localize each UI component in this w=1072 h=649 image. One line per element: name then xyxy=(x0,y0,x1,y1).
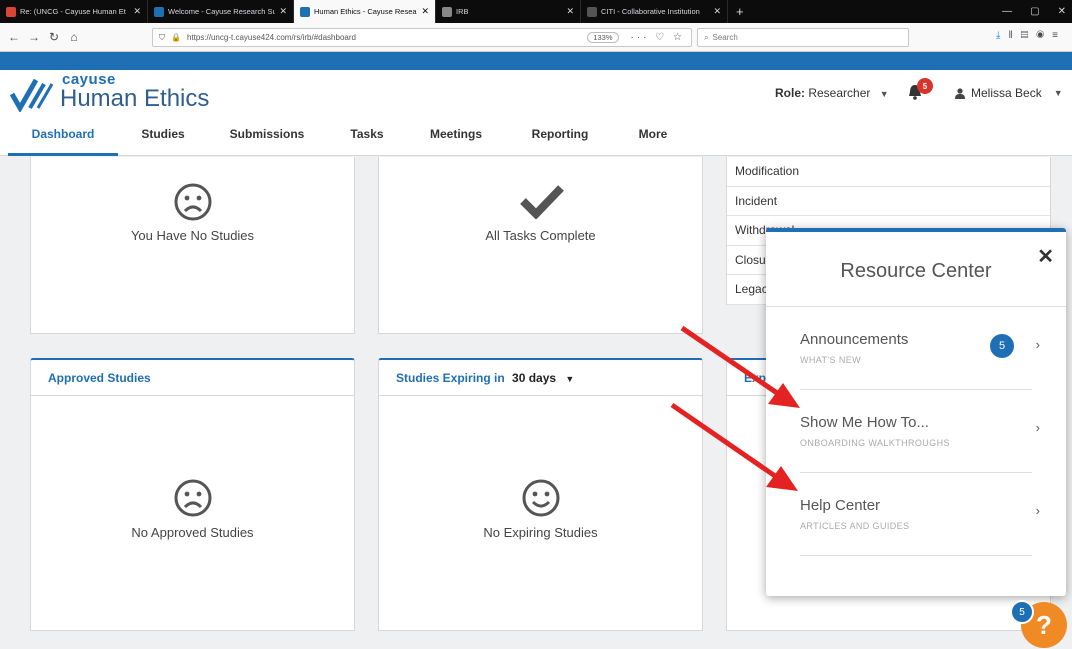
close-icon[interactable]: ✕ xyxy=(133,6,141,17)
help-count-badge: 5 xyxy=(1010,600,1034,624)
home-icon[interactable]: ⌂ xyxy=(64,30,84,44)
browser-tab-active[interactable]: Human Ethics - Cayuse Resear ✕ xyxy=(294,0,436,23)
page-icon xyxy=(442,6,452,17)
resource-center-panel: Resource Center ✕ Announcements WHAT'S N… xyxy=(766,228,1066,596)
resource-item-announcements[interactable]: Announcements WHAT'S NEW 5 › xyxy=(800,307,1040,390)
library-icon[interactable]: ‖ xyxy=(1008,30,1020,41)
card-title: Studies Expiring in 30 days ▼ xyxy=(379,360,702,396)
minimize-icon[interactable]: — xyxy=(1002,6,1012,17)
notification-badge: 5 xyxy=(917,78,933,94)
caret-down-icon: ▼ xyxy=(1053,88,1063,98)
close-icon[interactable]: ✕ xyxy=(279,6,287,17)
nav-tab-tasks[interactable]: Tasks xyxy=(342,118,392,156)
approved-studies-card: Approved Studies No Approved Studies xyxy=(30,358,355,631)
empty-message: No Approved Studies xyxy=(131,525,254,540)
account-icon[interactable]: ◉ xyxy=(1036,30,1052,41)
browser-tab[interactable]: Welcome - Cayuse Research Su ✕ xyxy=(148,0,294,23)
shield-icon: ⛉ xyxy=(159,32,165,42)
sad-face-icon xyxy=(174,479,212,517)
address-bar[interactable]: ⛉ 🔒 https://uncg-t.cayuse424.com/rs/irb/… xyxy=(152,28,692,47)
close-icon[interactable]: ✕ xyxy=(1037,244,1054,269)
chevron-right-icon: › xyxy=(1035,503,1040,518)
download-icon[interactable]: ⤓ xyxy=(996,30,1008,41)
browser-toolbar: ← → ↻ ⌂ ⛉ 🔒 https://uncg-t.cayuse424.com… xyxy=(0,23,1072,52)
nav-tab-meetings[interactable]: Meetings xyxy=(420,118,492,156)
main-nav: Dashboard Studies Submissions Tasks Meet… xyxy=(0,118,1072,156)
toolbar-icons: ⤓‖▤◉≡ xyxy=(996,30,1066,41)
search-icon: ⌕ xyxy=(704,32,709,42)
nav-tab-submissions[interactable]: Submissions xyxy=(222,118,312,156)
search-input[interactable]: ⌕ Search xyxy=(697,28,909,47)
nav-tab-studies[interactable]: Studies xyxy=(122,118,204,156)
cayuse-icon xyxy=(300,6,310,17)
sad-face-icon xyxy=(174,183,212,221)
url-text: https://uncg-t.cayuse424.com/rs/irb/#das… xyxy=(186,33,356,42)
resource-item-help-center[interactable]: Help Center ARTICLES AND GUIDES › xyxy=(800,473,1040,556)
browser-tab[interactable]: IRB ✕ xyxy=(436,0,581,23)
close-icon[interactable]: ✕ xyxy=(566,6,574,17)
app-header: cayuse Human Ethics Role: Researcher ▼ 5… xyxy=(0,70,1072,118)
back-icon[interactable]: ← xyxy=(4,30,24,44)
close-icon[interactable]: ✕ xyxy=(713,6,721,17)
lock-icon: 🔒 xyxy=(171,33,181,42)
nav-tab-reporting[interactable]: Reporting xyxy=(520,118,600,156)
window-controls: — ▢ ✕ xyxy=(1002,6,1072,17)
tasks-card: All Tasks Complete xyxy=(378,157,703,334)
empty-message: No Expiring Studies xyxy=(483,525,598,540)
checkmark-icon xyxy=(520,185,564,219)
close-icon[interactable]: ✕ xyxy=(421,6,429,17)
nav-tab-more[interactable]: More xyxy=(630,118,676,156)
page-actions-icons[interactable]: ··· ♡ ☆ xyxy=(625,32,691,43)
menu-icon[interactable]: ≡ xyxy=(1052,30,1066,41)
maximize-icon[interactable]: ▢ xyxy=(1030,6,1039,17)
citi-icon xyxy=(587,6,597,17)
nav-tab-dashboard[interactable]: Dashboard xyxy=(8,118,118,156)
empty-message: All Tasks Complete xyxy=(485,228,596,243)
submission-type-item[interactable]: Incident xyxy=(727,187,1050,216)
forward-icon[interactable]: → xyxy=(24,30,44,44)
browser-tab[interactable]: Re: (UNCG - Cayuse Human Et ✕ xyxy=(0,0,148,23)
browser-tab-bar: Re: (UNCG - Cayuse Human Et ✕ Welcome - … xyxy=(0,0,1072,23)
browser-tab[interactable]: CITI - Collaborative Institution ✕ xyxy=(581,0,728,23)
my-studies-card: You Have No Studies xyxy=(30,157,355,334)
user-name: Melissa Beck xyxy=(971,86,1042,100)
user-menu[interactable]: Melissa Beck ▼ xyxy=(955,86,1063,100)
cayuse-logo-icon xyxy=(10,78,54,112)
app-top-bar xyxy=(0,52,1072,70)
submission-type-item[interactable]: Modification xyxy=(727,157,1050,187)
expiring-studies-card: Studies Expiring in 30 days ▼ No Expirin… xyxy=(378,358,703,631)
window-close-icon[interactable]: ✕ xyxy=(1058,6,1066,17)
resource-item-show-me-how[interactable]: Show Me How To... ONBOARDING WALKTHROUGH… xyxy=(800,390,1040,473)
caret-down-icon: ▼ xyxy=(879,89,889,99)
resource-center-title: Resource Center xyxy=(840,260,992,282)
caret-down-icon: ▼ xyxy=(565,374,575,384)
gmail-icon xyxy=(6,6,16,17)
product-name: Human Ethics xyxy=(60,85,210,112)
chevron-right-icon: › xyxy=(1035,420,1040,435)
role-selector[interactable]: Role: Researcher ▼ xyxy=(775,86,889,100)
reload-icon[interactable]: ↻ xyxy=(44,30,64,44)
card-title: Approved Studies xyxy=(31,360,354,396)
announcement-count-badge: 5 xyxy=(990,334,1014,358)
happy-face-icon xyxy=(522,479,560,517)
user-icon xyxy=(955,87,965,99)
zoom-level[interactable]: 133% xyxy=(587,32,619,43)
sidebar-icon[interactable]: ▤ xyxy=(1021,30,1037,41)
days-selector[interactable]: 30 days ▼ xyxy=(512,371,574,385)
chevron-right-icon: › xyxy=(1035,337,1040,352)
empty-message: You Have No Studies xyxy=(130,228,255,243)
new-tab-icon[interactable]: + xyxy=(728,4,752,19)
cayuse-icon xyxy=(154,6,164,17)
